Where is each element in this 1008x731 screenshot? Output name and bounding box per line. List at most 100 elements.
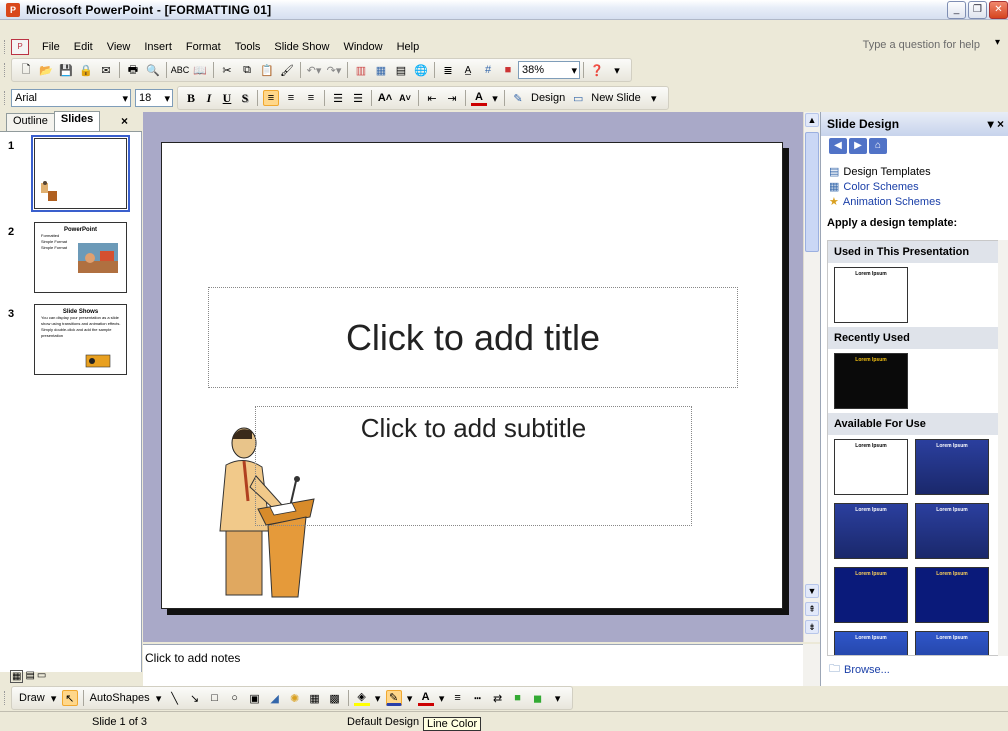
spelling-icon[interactable]: ABC [171,62,190,78]
decrease-indent-icon[interactable]: ⇤ [424,90,440,106]
insert-chart-icon[interactable]: ▥ [353,62,369,78]
fill-color-icon[interactable]: ◈ [353,690,370,706]
align-right-icon[interactable]: ≡ [303,90,319,106]
font-color-icon[interactable]: A [417,690,434,706]
line-color-icon[interactable]: ✎ [385,690,402,706]
normal-view-icon[interactable]: ▦ [10,670,24,683]
notes-scrollbar[interactable] [803,644,820,686]
slide-thumbnail-3[interactable]: Slide Shows You can display your present… [34,304,127,375]
color-schemes-link[interactable]: ▦ Color Schemes [821,179,1008,194]
format-painter-icon[interactable]: 🖌 [279,62,295,78]
chevron-down-icon[interactable]: ▾ [406,690,414,706]
help-search-input[interactable]: Type a question for help [863,39,980,51]
chevron-down-icon[interactable]: ▾ [155,690,163,706]
insert-picture-icon[interactable]: ▩ [327,690,343,706]
copy-icon[interactable]: ⧉ [239,62,255,78]
wordart-icon[interactable]: ◢ [267,690,283,706]
print-preview-icon[interactable]: 🔍 [145,62,161,78]
font-color-icon[interactable]: A [471,90,487,106]
help-icon[interactable]: ❓ [589,62,605,78]
slide-show-view-icon[interactable]: ▭ [37,670,46,683]
tab-outline[interactable]: Outline [6,113,55,131]
animation-schemes-label[interactable]: Animation Schemes [843,196,941,208]
diagram-icon[interactable]: ✺ [287,690,303,706]
chevron-down-icon[interactable]: ▾ [491,90,499,106]
toolbar-options-icon[interactable]: ▾ [646,90,662,106]
paste-icon[interactable]: 📋 [259,62,275,78]
permission-icon[interactable]: 🔒 [78,62,94,78]
bold-button[interactable]: B [182,91,200,106]
new-slide-button[interactable]: New Slide [591,92,641,104]
template-blue-texture[interactable]: Lorem Ipsum [834,503,908,559]
line-style-icon[interactable]: ≡ [450,690,466,706]
open-folder-icon[interactable]: 📂 [38,62,54,78]
minimize-icon[interactable]: _ [947,1,966,19]
menu-view[interactable]: View [100,41,138,53]
hyperlink-icon[interactable]: 🌐 [413,62,429,78]
expand-all-icon[interactable]: ≣ [440,62,456,78]
arrow-icon[interactable]: ↘ [187,690,203,706]
chevron-down-icon[interactable]: ▾ [374,690,382,706]
insert-table-icon[interactable]: ▦ [373,62,389,78]
design-templates-label[interactable]: Design Templates [843,166,930,178]
forward-icon[interactable]: ▶ [849,138,867,154]
slide-thumbnail-2[interactable]: PowerPoint Formatted Simple Format Simpl… [34,222,127,293]
research-icon[interactable]: 📖 [192,62,208,78]
restore-icon[interactable]: ❐ [968,1,987,19]
toolbar-grip[interactable] [4,63,7,77]
slide-vertical-scrollbar[interactable]: ▲ ▼ ⇞ ⇟ [803,112,820,642]
subtitle-placeholder[interactable]: Click to add subtitle [255,406,692,526]
toolbar-options-icon[interactable]: ▾ [550,690,566,706]
shadow-button[interactable]: S [236,91,254,106]
powerpoint-app-icon[interactable]: P [6,2,20,17]
chevron-down-icon[interactable]: ▾ [438,690,446,706]
rectangle-icon[interactable]: □ [207,690,223,706]
show-formatting-icon[interactable]: A̲ [460,62,476,78]
redo-icon[interactable]: ↷▾ [326,62,342,78]
design-button[interactable]: Design [531,92,565,104]
increase-indent-icon[interactable]: ⇥ [444,90,460,106]
email-icon[interactable]: ✉ [98,62,114,78]
animation-schemes-link[interactable]: ★ Animation Schemes [821,194,1008,209]
menu-tools[interactable]: Tools [228,41,268,53]
arrow-style-icon[interactable]: ⇄ [490,690,506,706]
browse-link[interactable]: 🗀 Browse... [829,660,890,679]
numbering-icon[interactable]: ☰ [330,90,346,106]
chevron-down-icon[interactable]: ▾ [995,37,1000,48]
menu-slide-show[interactable]: Slide Show [267,41,336,53]
line-icon[interactable]: ╲ [167,690,183,706]
menubar-grip[interactable] [4,39,7,54]
home-icon[interactable]: ⌂ [869,138,887,154]
slide-sorter-view-icon[interactable]: ▤ [25,670,34,683]
close-icon[interactable]: ✕ [989,1,1008,19]
cut-icon[interactable]: ✂ [219,62,235,78]
toolbar-options-icon[interactable]: ▾ [609,62,625,78]
template-blue-wave[interactable]: Lorem Ipsum [915,439,989,495]
font-select[interactable]: Arial ▾ [11,89,131,107]
toolbar-grip[interactable] [4,691,7,705]
bullets-icon[interactable]: ☰ [350,90,366,106]
decrease-font-size-icon[interactable]: A˅ [397,90,413,106]
font-size-select[interactable]: 18 ▾ [135,89,173,107]
dash-style-icon[interactable]: ┅ [470,690,486,706]
menu-insert[interactable]: Insert [137,41,179,53]
menu-format[interactable]: Format [179,41,228,53]
design-icon[interactable]: ✎ [510,90,526,106]
menu-edit[interactable]: Edit [67,41,100,53]
scroll-down-icon[interactable]: ▼ [805,584,819,598]
color-grayscale-icon[interactable]: ■ [500,62,516,78]
slide-thumbnail-1[interactable] [31,135,130,212]
text-box-icon[interactable]: ▣ [247,690,263,706]
title-placeholder[interactable]: Click to add title [208,287,738,388]
previous-slide-icon[interactable]: ⇞ [805,602,819,616]
italic-button[interactable]: I [200,91,218,106]
chevron-down-icon[interactable]: ▾ [50,690,58,706]
zoom-select[interactable]: 38% ▾ [518,61,580,79]
template-navy-gold[interactable]: Lorem Ipsum [834,567,908,623]
template-bright-gradient[interactable]: Lorem Ipsum [915,631,989,655]
3d-style-icon[interactable]: ◼ [530,690,546,706]
browse-label[interactable]: Browse... [844,664,890,676]
notes-pane[interactable]: Click to add notes [143,644,803,686]
print-icon[interactable]: 🖶 [125,62,141,78]
color-schemes-label[interactable]: Color Schemes [843,181,918,193]
